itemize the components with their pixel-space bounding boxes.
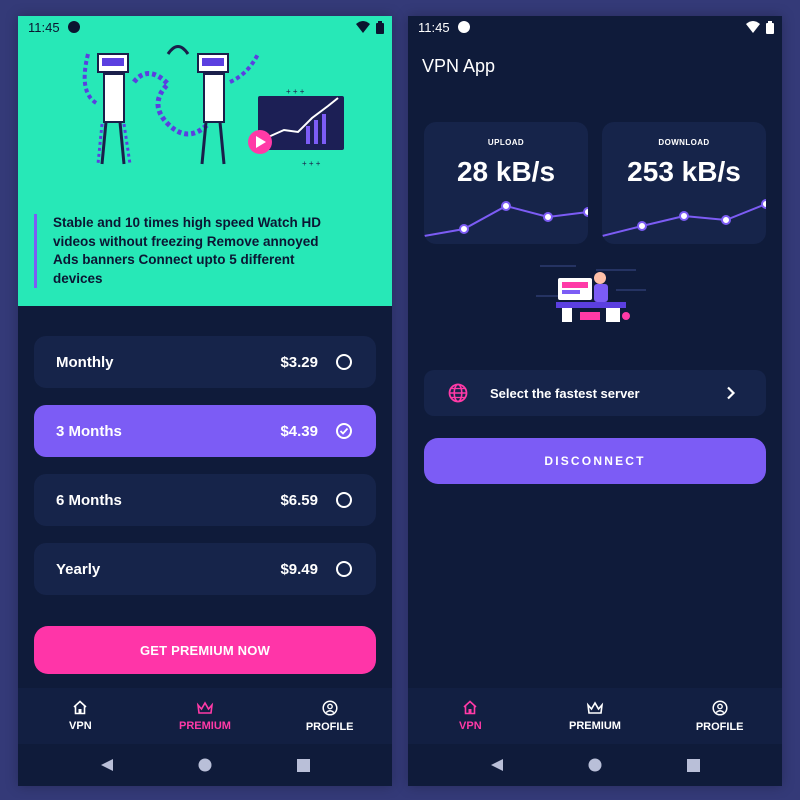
nav-label: PROFILE bbox=[305, 720, 354, 733]
download-graph bbox=[602, 199, 766, 237]
download-label: DOWNLOAD bbox=[658, 138, 710, 147]
recents-icon[interactable] bbox=[686, 758, 700, 772]
plan-name: Yearly bbox=[56, 560, 101, 578]
crown-icon bbox=[196, 700, 214, 714]
nav-label: PREMIUM bbox=[179, 719, 231, 732]
nav-profile[interactable]: PROFILE bbox=[657, 688, 782, 744]
svg-text:+ + +: + + + bbox=[286, 87, 305, 96]
back-icon[interactable] bbox=[490, 758, 504, 772]
system-navigation-bar bbox=[18, 744, 392, 786]
plan-price: $3.29 bbox=[280, 353, 318, 371]
radio-button[interactable] bbox=[336, 492, 352, 508]
recents-icon[interactable] bbox=[296, 758, 310, 772]
crown-icon bbox=[586, 700, 604, 714]
nav-label: PROFILE bbox=[695, 720, 744, 733]
hero-description: Stable and 10 times high speed Watch HD … bbox=[34, 214, 324, 288]
chevron-right-icon bbox=[727, 386, 736, 400]
get-premium-button[interactable]: GET PREMIUM NOW bbox=[34, 626, 376, 674]
home-icon bbox=[463, 700, 477, 715]
hero-banner: + + + + + + Stable and 10 times high spe… bbox=[18, 16, 392, 306]
status-bar: 11:45 bbox=[408, 16, 782, 38]
plan-monthly[interactable]: Monthly $3.29 bbox=[34, 336, 376, 388]
wifi-icon bbox=[746, 21, 760, 33]
bottom-navigation: VPN PREMIUM PROFILE bbox=[408, 688, 782, 744]
back-icon[interactable] bbox=[100, 758, 114, 772]
status-time: 11:45 bbox=[28, 19, 60, 35]
plan-3-months[interactable]: 3 Months $4.39 bbox=[34, 405, 376, 457]
plan-name: 6 Months bbox=[56, 491, 122, 509]
connection-illustration bbox=[536, 265, 646, 322]
plan-6-months[interactable]: 6 Months $6.59 bbox=[34, 474, 376, 526]
check-icon bbox=[339, 427, 349, 435]
profile-icon bbox=[712, 699, 728, 716]
plan-price: $6.59 bbox=[280, 491, 318, 509]
radio-button[interactable] bbox=[336, 354, 352, 370]
app-notification-icon bbox=[67, 21, 80, 33]
home-button-icon[interactable] bbox=[198, 758, 212, 772]
nav-profile[interactable]: PROFILE bbox=[267, 688, 392, 744]
system-navigation-bar bbox=[408, 744, 782, 786]
nav-vpn[interactable]: VPN bbox=[408, 688, 533, 744]
app-notification-icon bbox=[457, 21, 470, 33]
download-card: DOWNLOAD 253 kB/s bbox=[602, 122, 766, 244]
upload-label: UPLOAD bbox=[487, 138, 525, 147]
plan-name: Monthly bbox=[56, 353, 114, 371]
svg-text:+ + +: + + + bbox=[302, 159, 321, 168]
select-server-button[interactable]: Select the fastest server bbox=[424, 370, 766, 416]
hero-illustration: + + + + + + bbox=[82, 45, 344, 168]
profile-icon bbox=[322, 699, 338, 716]
nav-label: VPN bbox=[459, 720, 482, 732]
nav-premium[interactable]: PREMIUM bbox=[533, 688, 658, 744]
radio-button-checked[interactable] bbox=[336, 423, 352, 439]
radio-button[interactable] bbox=[336, 561, 352, 577]
battery-icon bbox=[376, 20, 384, 34]
nav-label: VPN bbox=[69, 720, 92, 732]
nav-vpn[interactable]: VPN bbox=[18, 688, 143, 744]
plan-price: $4.39 bbox=[280, 422, 318, 440]
home-icon bbox=[73, 700, 87, 715]
wifi-icon bbox=[356, 21, 370, 33]
plan-price: $9.49 bbox=[280, 560, 318, 578]
app-title: VPN App bbox=[422, 56, 496, 76]
nav-premium[interactable]: PREMIUM bbox=[143, 688, 268, 744]
status-bar: 11:45 bbox=[18, 16, 392, 38]
premium-screen: + + + + + + Stable and 10 times high spe… bbox=[18, 16, 392, 786]
status-time: 11:45 bbox=[418, 19, 450, 35]
plan-yearly[interactable]: Yearly $9.49 bbox=[34, 543, 376, 595]
upload-card: UPLOAD 28 kB/s bbox=[424, 122, 588, 244]
battery-icon bbox=[766, 20, 774, 34]
disconnect-button[interactable]: DISCONNECT bbox=[424, 438, 766, 484]
bottom-navigation: VPN PREMIUM PROFILE bbox=[18, 688, 392, 744]
upload-graph bbox=[424, 201, 588, 237]
nav-label: PREMIUM bbox=[569, 719, 621, 732]
home-button-icon[interactable] bbox=[588, 758, 602, 772]
globe-icon bbox=[448, 383, 468, 403]
plan-name: 3 Months bbox=[56, 422, 122, 440]
server-label: Select the fastest server bbox=[490, 385, 640, 401]
vpn-screen: 11:45 VPN App UPLOAD 28 kB/s DOWNLOAD 25… bbox=[408, 16, 782, 786]
